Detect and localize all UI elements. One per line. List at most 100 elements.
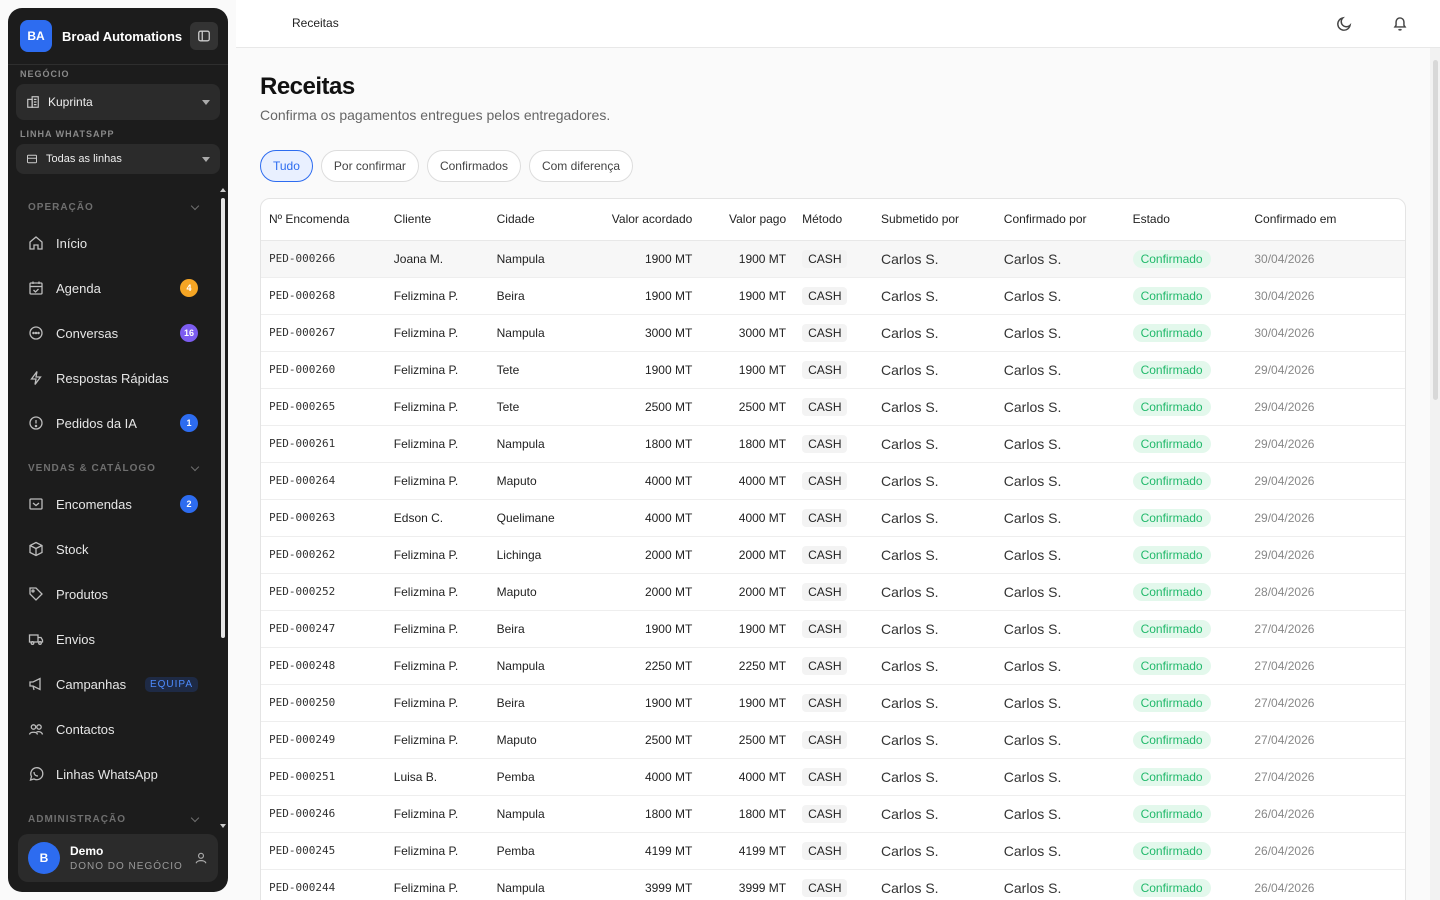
nav-group-admin[interactable]: ADMINISTRAÇÃO [28,813,200,825]
client-cell: Felizmina P. [385,647,489,685]
table-row[interactable]: PED-000264 Felizmina P. Maputo 4000 MT 4000 … [261,462,1405,500]
agreed-amount-cell: 2500 MT [578,721,701,759]
confirmed-at-cell: 27/04/2026 [1246,758,1405,796]
column-header[interactable]: Cliente [385,199,489,241]
person-name: Carlos S. [1003,509,1062,526]
client-cell: Felizmina P. [385,721,489,759]
table-row[interactable]: PED-000250 Felizmina P. Beira 1900 MT 1900 M… [261,684,1405,722]
column-header[interactable]: Estado [1124,199,1247,241]
filter-tudo[interactable]: Tudo [260,150,313,182]
sidebar-divider [8,64,228,65]
table-row[interactable]: PED-000245 Felizmina P. Pemba 4199 MT 4199 M… [261,832,1405,870]
sidebar-item-envios[interactable]: Envios [16,620,210,658]
agenda-count-badge: 4 [180,279,198,297]
table-row[interactable]: PED-000251 Luisa B. Pemba 4000 MT 4000 MT CAS… [261,758,1405,796]
payment-method-cell: CASH [794,647,873,685]
sidebar-item-produtos[interactable]: Produtos [16,575,210,613]
table-row[interactable]: PED-000249 Felizmina P. Maputo 2500 MT 2500 … [261,721,1405,759]
column-header[interactable]: Confirmado por [995,199,1125,241]
moon-icon[interactable] [1336,14,1354,32]
table-row[interactable]: PED-000265 Felizmina P. Tete 2500 MT 2500 MT… [261,388,1405,426]
client-cell: Felizmina P. [385,869,489,900]
conversas-count-badge: 16 [179,324,198,342]
filter-confirmados[interactable]: Confirmados [426,150,521,182]
table-row[interactable]: PED-000252 Felizmina P. Maputo 2000 MT 2000 … [261,573,1405,611]
collapse-sidebar-button[interactable] [190,22,218,50]
paid-amount-cell: 2250 MT [700,647,795,685]
sidebar-item-campanhas[interactable]: Campanhas EQUIPA [16,665,210,703]
column-header[interactable]: Confirmado em [1246,199,1405,241]
confirmed-at-cell: 27/04/2026 [1246,610,1405,648]
table-row[interactable]: PED-000261 Felizmina P. Nampula 1800 MT 1800… [261,425,1405,463]
whatsapp-line-select-value: Todas as linhas [46,153,122,165]
page-scrollbar[interactable] [1430,48,1440,900]
table-row[interactable]: PED-000246 Felizmina P. Nampula 1800 MT 1800… [261,795,1405,833]
table-row[interactable]: PED-000268 Felizmina P. Beira 1900 MT 1900 M… [261,277,1405,315]
payment-method-cell: CASH [794,351,873,389]
table-row[interactable]: PED-000247 Felizmina P. Beira 1900 MT 1900 M… [261,610,1405,648]
sidebar-item-encomendas[interactable]: Encomendas 2 [16,485,210,523]
confirmed-at-cell: 27/04/2026 [1246,647,1405,685]
sidebar-item-label: Envios [56,631,96,647]
user-role: DONO DO NEGÓCIO [70,861,183,872]
person-name: Carlos S. [881,250,939,267]
column-header[interactable]: Submetido por [873,199,996,241]
order-number-cell: PED-000261 [261,425,386,463]
submitted-by-cell: Carlos S. [873,573,996,611]
scroll-down-arrow-icon[interactable] [220,824,226,828]
agreed-amount-cell: 1900 MT [578,610,701,648]
page-scroll-thumb[interactable] [1433,60,1438,400]
payment-method-cell: CASH [794,869,873,900]
sidebar-item-label: Agenda [56,280,101,296]
sidebar-item-stock[interactable]: Stock [16,530,210,568]
sidebar-item-linhas-whatsapp[interactable]: Linhas WhatsApp [16,755,210,793]
table-row[interactable]: PED-000267 Felizmina P. Nampula 3000 MT 3000… [261,314,1405,352]
sidebar-item-contactos[interactable]: Contactos [16,710,210,748]
scroll-up-arrow-icon[interactable] [220,188,226,192]
method-badge: CASH [802,619,848,638]
chevron-down-icon [190,201,200,210]
column-header[interactable]: Método [794,199,873,241]
paid-amount-cell: 1900 MT [700,240,795,278]
order-number-cell: PED-000244 [261,869,386,900]
status-badge: Confirmado [1132,619,1211,638]
sidebar-item-inicio[interactable]: Início [16,224,210,262]
table-row[interactable]: PED-000260 Felizmina P. Tete 1900 MT 1900 MT… [261,351,1405,389]
business-select[interactable]: Kuprinta [16,84,220,120]
table-row[interactable]: PED-000266 Joana M. Nampula 1900 MT 1900 MT C… [261,240,1405,278]
column-header[interactable]: Valor acordado [578,199,701,241]
sidebar-scroll-thumb[interactable] [221,198,225,638]
column-header[interactable]: Nº Encomenda [261,199,386,241]
order-number-cell: PED-000248 [261,647,386,685]
payment-method-cell: CASH [794,499,873,537]
user-icon[interactable] [194,851,208,865]
method-badge: CASH [802,545,848,564]
sidebar-scrollbar[interactable] [220,188,226,828]
filter-com-diferenca[interactable]: Com diferença [528,150,634,182]
table-row[interactable]: PED-000263 Edson C. Quelimane 4000 MT 4000 M… [261,499,1405,537]
city-cell: Maputo [488,573,579,611]
bell-icon[interactable] [1391,14,1409,32]
sidebar-item-pedidos-ia[interactable]: Pedidos da IA 1 [16,404,210,442]
person-name: Carlos S. [881,472,939,489]
table-row[interactable]: PED-000248 Felizmina P. Nampula 2250 MT 2250… [261,647,1405,685]
table-row[interactable]: PED-000244 Felizmina P. Nampula 3999 MT 3999… [261,869,1405,900]
user-card[interactable]: B Demo DONO DO NEGÓCIO [18,834,218,882]
column-header[interactable]: Valor pago [700,199,795,241]
person-name: Carlos S. [1003,842,1062,859]
paid-amount-cell: 2000 MT [700,536,795,574]
sidebar-item-agenda[interactable]: Agenda 4 [16,269,210,307]
nav-group-sales[interactable]: VENDAS & CATÁLOGO [28,462,200,474]
sidebar-item-conversas[interactable]: Conversas 16 [16,314,210,352]
sidebar-item-respostas-rapidas[interactable]: Respostas Rápidas [16,359,210,397]
column-header[interactable]: Cidade [488,199,579,241]
sidebar-item-label: Respostas Rápidas [56,370,169,386]
filter-por-confirmar[interactable]: Por confirmar [320,150,419,182]
paid-amount-cell: 4000 MT [700,758,795,796]
agreed-amount-cell: 4000 MT [578,758,701,796]
person-name: Carlos S. [1003,324,1062,341]
whatsapp-line-select[interactable]: Todas as linhas [16,144,220,174]
nav-group-operation[interactable]: OPERAÇÃO [28,201,200,213]
confirmed-by-cell: Carlos S. [995,388,1125,426]
table-row[interactable]: PED-000262 Felizmina P. Lichinga 2000 MT 200… [261,536,1405,574]
